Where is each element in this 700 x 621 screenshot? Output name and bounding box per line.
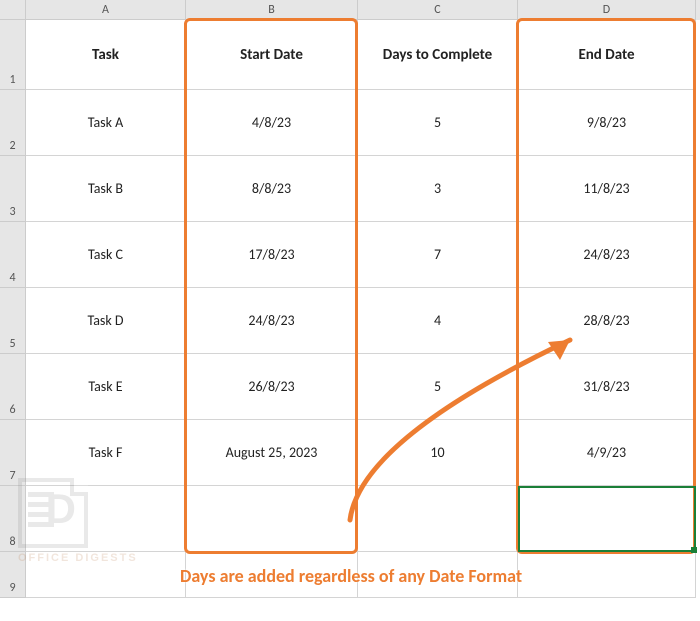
cell-d5[interactable]: 28/8/23 xyxy=(518,288,696,354)
cell-a2[interactable]: Task A xyxy=(26,90,186,156)
cell-d8[interactable] xyxy=(518,486,696,552)
row-header-9[interactable]: 9 xyxy=(0,552,26,598)
cell-a8[interactable] xyxy=(26,486,186,552)
row-header-1[interactable]: 1 xyxy=(0,20,26,90)
row-header-8[interactable]: 8 xyxy=(0,486,26,552)
annotation-text: Days are added regardless of any Date Fo… xyxy=(180,565,522,587)
cell-a7[interactable]: Task F xyxy=(26,420,186,486)
col-header-b[interactable]: B xyxy=(186,0,358,20)
cell-c3[interactable]: 3 xyxy=(358,156,518,222)
cell-c1[interactable]: Days to Complete xyxy=(358,20,518,90)
cell-a4[interactable]: Task C xyxy=(26,222,186,288)
row-header-3[interactable]: 3 xyxy=(0,156,26,222)
cell-b2[interactable]: 4/8/23 xyxy=(186,90,358,156)
cell-c4[interactable]: 7 xyxy=(358,222,518,288)
cell-b3[interactable]: 8/8/23 xyxy=(186,156,358,222)
cell-a1[interactable]: Task xyxy=(26,20,186,90)
cell-c7[interactable]: 10 xyxy=(358,420,518,486)
column-headers: A B C D xyxy=(0,0,700,20)
cell-b5[interactable]: 24/8/23 xyxy=(186,288,358,354)
cell-d9[interactable] xyxy=(518,552,696,598)
cell-b6[interactable]: 26/8/23 xyxy=(186,354,358,420)
row-header-5[interactable]: 5 xyxy=(0,288,26,354)
cell-d7[interactable]: 4/9/23 xyxy=(518,420,696,486)
cell-d3[interactable]: 11/8/23 xyxy=(518,156,696,222)
col-header-a[interactable]: A xyxy=(26,0,186,20)
cell-a9[interactable] xyxy=(26,552,186,598)
row-header-6[interactable]: 6 xyxy=(0,354,26,420)
cell-c2[interactable]: 5 xyxy=(358,90,518,156)
cell-b8[interactable] xyxy=(186,486,358,552)
cell-a3[interactable]: Task B xyxy=(26,156,186,222)
spreadsheet: A B C D 1 2 3 4 5 6 7 8 9 Task Start Dat… xyxy=(0,0,700,621)
cell-d2[interactable]: 9/8/23 xyxy=(518,90,696,156)
cell-a6[interactable]: Task E xyxy=(26,354,186,420)
cell-b4[interactable]: 17/8/23 xyxy=(186,222,358,288)
grid: Task Start Date Days to Complete End Dat… xyxy=(26,20,696,598)
select-all-corner[interactable] xyxy=(0,0,26,20)
col-header-d[interactable]: D xyxy=(518,0,696,20)
cell-b7[interactable]: August 25, 2023 xyxy=(186,420,358,486)
row-header-4[interactable]: 4 xyxy=(0,222,26,288)
cell-c6[interactable]: 5 xyxy=(358,354,518,420)
cell-d1[interactable]: End Date xyxy=(518,20,696,90)
row-headers: 1 2 3 4 5 6 7 8 9 xyxy=(0,20,26,598)
cell-d4[interactable]: 24/8/23 xyxy=(518,222,696,288)
cell-c8[interactable] xyxy=(358,486,518,552)
cell-d6[interactable]: 31/8/23 xyxy=(518,354,696,420)
row-header-7[interactable]: 7 xyxy=(0,420,26,486)
col-header-c[interactable]: C xyxy=(358,0,518,20)
cell-a5[interactable]: Task D xyxy=(26,288,186,354)
cell-b1[interactable]: Start Date xyxy=(186,20,358,90)
row-header-2[interactable]: 2 xyxy=(0,90,26,156)
cell-c5[interactable]: 4 xyxy=(358,288,518,354)
